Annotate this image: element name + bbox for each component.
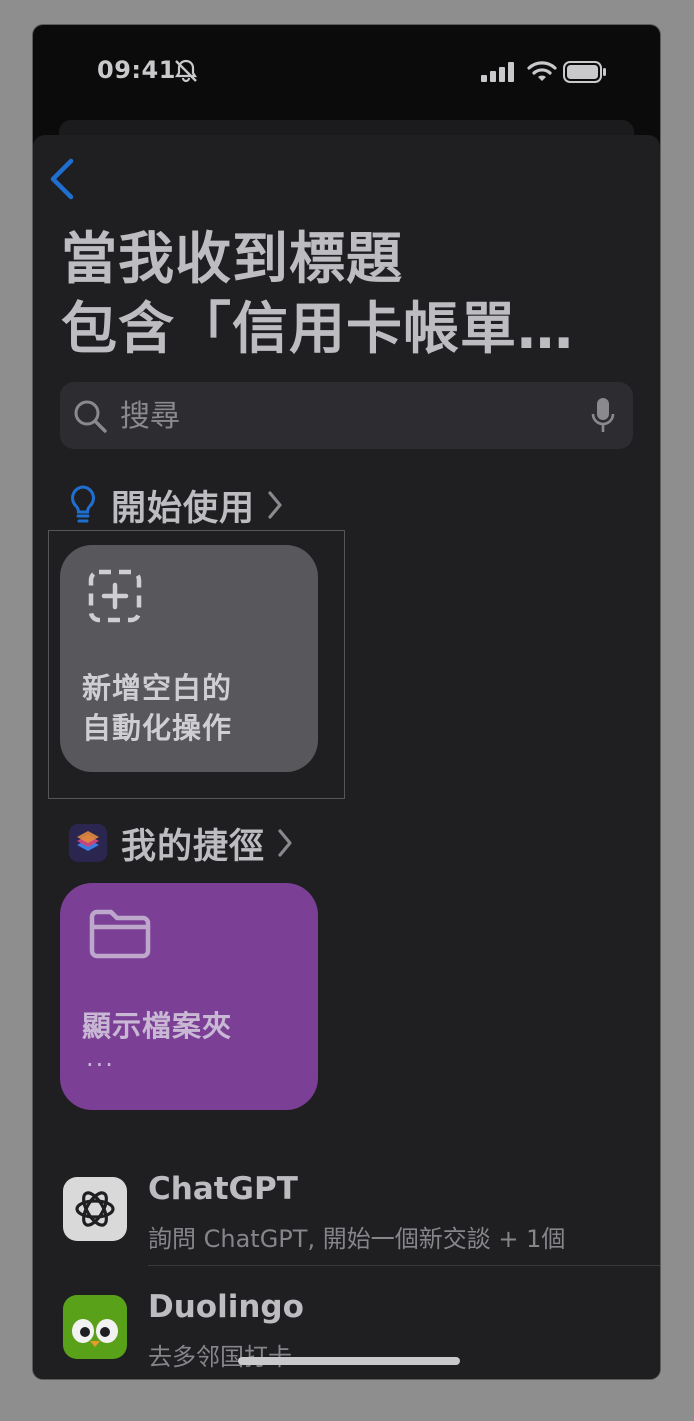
back-button[interactable] xyxy=(47,157,87,207)
phone-screen: 09:41 當我收到標題 包含「信用卡帳單… 搜尋 開始使用 新增空白的 自動化… xyxy=(33,25,660,1379)
section-header-get-started[interactable]: 開始使用 xyxy=(69,480,283,530)
app-name: Duolingo xyxy=(148,1289,304,1325)
search-input[interactable] xyxy=(118,392,582,440)
microphone-icon[interactable] xyxy=(590,396,616,440)
new-blank-automation-tile[interactable]: 新增空白的 自動化操作 xyxy=(60,545,318,772)
section-title-my-shortcuts: 我的捷徑 xyxy=(121,826,266,867)
app-name: ChatGPT xyxy=(148,1171,298,1207)
chevron-left-icon xyxy=(50,158,74,200)
home-indicator[interactable] xyxy=(238,1357,460,1365)
folder-icon xyxy=(88,907,152,965)
chevron-right-icon xyxy=(278,829,292,857)
battery-icon xyxy=(563,61,607,87)
app-subtitle: 詢問 ChatGPT, 開始一個新交談 + 1個 xyxy=(148,1225,566,1253)
app-row-duolingo[interactable]: Duolingo 去多邻国打卡 xyxy=(33,1289,660,1379)
section-title-get-started: 開始使用 xyxy=(111,488,256,529)
status-time: 09:41 xyxy=(97,56,176,84)
shortcuts-app-icon xyxy=(69,824,107,862)
duolingo-app-icon xyxy=(63,1295,127,1359)
dashed-square-plus-icon xyxy=(88,569,142,627)
show-folder-tile[interactable]: 顯示檔案夾 ··· xyxy=(60,883,318,1110)
search-icon xyxy=(72,398,108,438)
tile-label: 新增空白的 自動化操作 xyxy=(82,671,233,745)
app-row-chatgpt[interactable]: ChatGPT 詢問 ChatGPT, 開始一個新交談 + 1個 xyxy=(33,1171,660,1287)
chevron-right-icon xyxy=(268,491,282,519)
ellipsis-text: ··· xyxy=(86,1051,115,1079)
cellular-signal-icon xyxy=(481,62,515,86)
search-bar[interactable] xyxy=(60,382,633,449)
app-subtitle: 去多邻国打卡 xyxy=(148,1343,292,1371)
row-divider xyxy=(148,1265,660,1266)
shortcut-picker-sheet: 當我收到標題 包含「信用卡帳單… 搜尋 開始使用 新增空白的 自動化操作 我的捷… xyxy=(33,135,660,1379)
bell-slash-icon xyxy=(173,59,199,87)
tile-label: 顯示檔案夾 xyxy=(82,1009,233,1043)
lightbulb-icon xyxy=(71,485,95,523)
wifi-icon xyxy=(527,60,557,88)
page-title: 當我收到標題 包含「信用卡帳單… xyxy=(61,227,574,362)
status-bar: 09:41 xyxy=(33,25,660,120)
section-header-my-shortcuts[interactable]: 我的捷徑 xyxy=(69,818,293,868)
chatgpt-app-icon xyxy=(63,1177,127,1241)
